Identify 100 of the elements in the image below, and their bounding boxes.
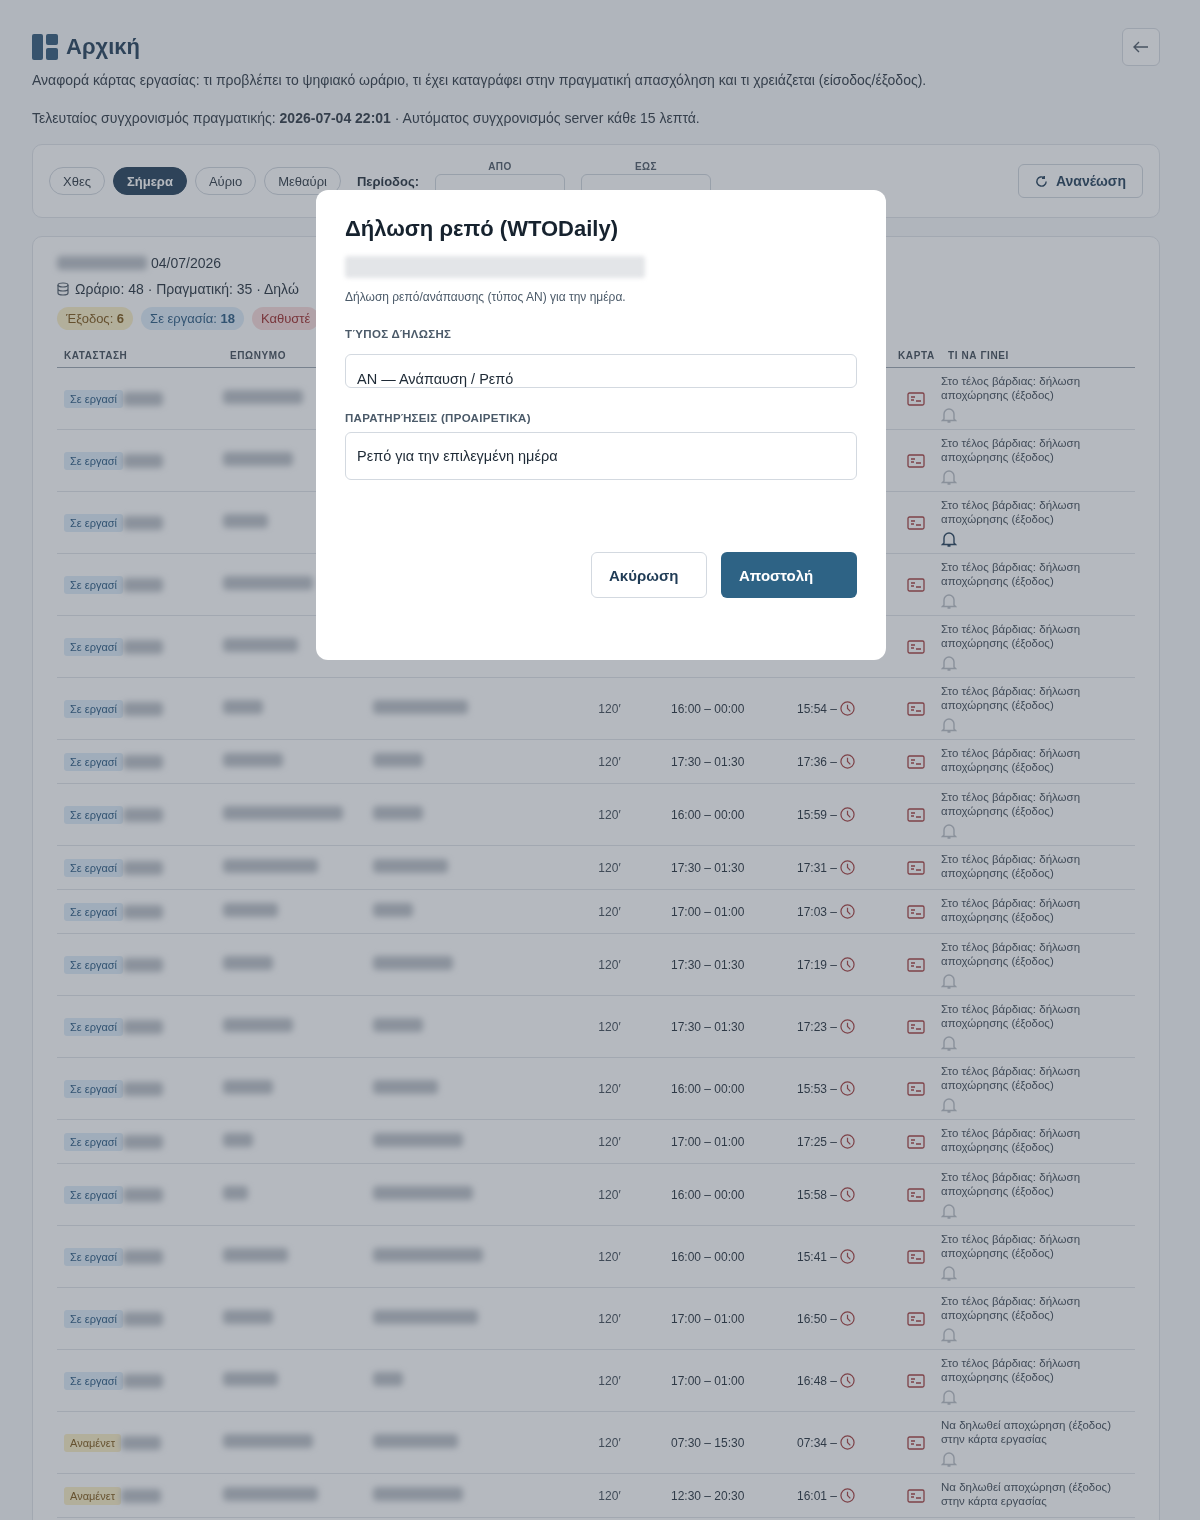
redacted-text (123, 453, 163, 468)
shift-cell: 07:30 – 15:30 (671, 1435, 745, 1450)
redacted-text (223, 699, 263, 714)
break-cell: 120′ (598, 754, 621, 769)
todo-text: Στο τέλος βάρδιας: δήλωση αποχώρησης (έξοδος) (941, 896, 1082, 924)
submit-button[interactable]: Αποστολή (721, 552, 857, 598)
actual-time-cell: 17:31 – (797, 860, 838, 875)
day-tab[interactable]: Χθες (49, 167, 105, 195)
status-badge: Σε εργασί (64, 1017, 123, 1036)
status-count-chip[interactable]: Έξοδος: 6 (57, 307, 134, 330)
break-cell: 120′ (598, 1311, 621, 1326)
shift-cell: 17:30 – 01:30 (671, 957, 745, 972)
status-badge: Σε εργασί (64, 858, 123, 877)
shift-cell: 16:00 – 00:00 (671, 701, 745, 716)
card-icon (907, 1373, 925, 1388)
todo-text: Στο τέλος βάρδιας: δήλωση αποχώρησης (έξοδος) (941, 1170, 1082, 1198)
clock-icon (840, 860, 856, 875)
dashboard-icon (32, 34, 58, 60)
todo-text: Στο τέλος βάρδιας: δήλωση αποχώρησης (έξοδος) (941, 1232, 1082, 1260)
break-cell: 120′ (598, 1019, 621, 1034)
card-icon (907, 1435, 925, 1450)
status-badge: Σε εργασί (64, 451, 123, 470)
card-icon (907, 577, 925, 592)
redacted-text (123, 1249, 163, 1264)
todo-text: Στο τέλος βάρδιας: δήλωση αποχώρησης (έξοδος) (941, 1356, 1082, 1384)
status-badge: Σε εργασί (64, 575, 123, 594)
break-cell: 120′ (598, 860, 621, 875)
clock-icon (840, 957, 856, 972)
actual-time-cell: 15:53 – (797, 1081, 838, 1096)
todo-text: Στο τέλος βάρδιας: δήλωση αποχώρησης (έξοδος) (941, 852, 1082, 880)
notes-field[interactable]: Ρεπό για την επιλεγμένη ημέρα (345, 432, 857, 480)
type-select[interactable]: ΑΝ — Ανάπαυση / Ρεπό (345, 354, 857, 388)
shift-cell: 16:00 – 00:00 (671, 807, 745, 822)
todo-text: Στο τέλος βάρδιας: δήλωση αποχώρησης (έξοδος) (941, 940, 1082, 968)
redacted-text (123, 754, 163, 769)
status-badge: Αναμένετ (64, 1486, 121, 1505)
refresh-icon (1034, 174, 1048, 188)
todo-text: Στο τέλος βάρδιας: δήλωση αποχώρησης (έξοδος) (941, 746, 1082, 774)
redacted-text (121, 1435, 161, 1450)
card-icon (907, 904, 925, 919)
clock-icon (840, 1435, 856, 1450)
card-icon (907, 1019, 925, 1034)
status-badge: Σε εργασί (64, 805, 123, 824)
redacted-text (373, 1371, 403, 1386)
day-tab[interactable]: Σήμερα (112, 167, 187, 195)
break-cell: 120′ (598, 1435, 621, 1450)
todo-text: Στο τέλος βάρδιας: δήλωση αποχώρησης (έξοδος) (941, 1064, 1082, 1092)
clock-icon (840, 1187, 856, 1202)
cancel-button[interactable]: Ακύρωση (591, 552, 707, 598)
card-icon (907, 957, 925, 972)
actual-time-cell: 17:23 – (797, 1019, 838, 1034)
shift-cell: 17:00 – 01:00 (671, 1311, 745, 1326)
shift-cell: 17:00 – 01:00 (671, 1134, 745, 1149)
break-cell: 120′ (598, 1081, 621, 1096)
redacted-text (123, 577, 163, 592)
actual-time-cell: 17:03 – (797, 904, 838, 919)
card-icon (907, 1081, 925, 1096)
todo-text: Να δηλωθεί αποχώρηση (έξοδος) στην κάρτα εργασίας (941, 1418, 1112, 1446)
card-icon (907, 701, 925, 716)
redacted-text (123, 1019, 163, 1034)
status-badge: Σε εργασί (64, 1371, 123, 1390)
clock-icon (840, 754, 856, 769)
redacted-text (223, 1185, 248, 1200)
actual-time-cell: 17:36 – (797, 754, 838, 769)
todo-text: Στο τέλος βάρδιας: δήλωση αποχώρησης (έξοδος) (941, 790, 1082, 818)
status-badge: Σε εργασί (64, 902, 123, 921)
shift-cell: 17:00 – 01:00 (671, 1373, 745, 1388)
break-cell: 120′ (598, 957, 621, 972)
day-tab[interactable]: Αύριο (194, 167, 257, 195)
refresh-button[interactable]: Ανανέωση (1017, 164, 1143, 198)
to-label: ΕΩΣ (634, 160, 658, 172)
clock-icon (840, 1373, 856, 1388)
clock-icon (840, 807, 856, 822)
period-label: Περίοδος: (356, 173, 419, 189)
day-tab[interactable]: Μεθαύρι (264, 167, 341, 195)
redacted-text (223, 1309, 273, 1324)
column-header: ΚΑΤΑΣΤΑΣΗ (57, 330, 223, 368)
actual-time-cell: 15:59 – (797, 807, 838, 822)
actual-time-cell: 16:50 – (797, 1311, 838, 1326)
todo-text: Στο τέλος βάρδιας: δήλωση αποχώρησης (έξοδος) (941, 684, 1082, 712)
card-icon (907, 754, 925, 769)
clock-icon (840, 1249, 856, 1264)
actual-time-cell: 15:54 – (797, 701, 838, 716)
clock-icon (840, 1311, 856, 1326)
card-icon (907, 1187, 925, 1202)
status-badge: Σε εργασί (64, 955, 123, 974)
actual-time-cell: 17:19 – (797, 957, 838, 972)
back-button[interactable] (1122, 28, 1160, 66)
redacted-text (373, 1079, 438, 1094)
shift-cell: 17:00 – 01:00 (671, 904, 745, 919)
break-cell: 120′ (598, 1187, 621, 1202)
redacted-text (223, 1132, 253, 1147)
redacted-text (123, 904, 163, 919)
clock-icon (840, 701, 856, 716)
card-icon (907, 1134, 925, 1149)
redacted-text (123, 391, 163, 406)
redacted-text (123, 1373, 163, 1388)
break-cell: 120′ (598, 1134, 621, 1149)
status-count-chip[interactable]: Σε εργασία: 18 (141, 307, 244, 330)
bell-icon[interactable] (941, 530, 957, 548)
